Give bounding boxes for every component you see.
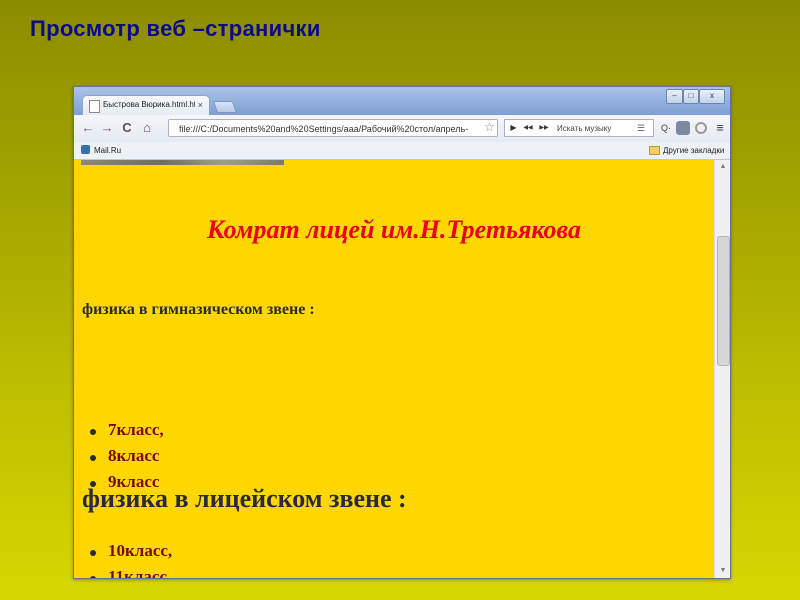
section-gymnasium-title: физика в гимназическом звене : xyxy=(82,301,315,318)
home-icon[interactable]: ⌂ xyxy=(139,120,155,136)
web-page-content: Комрат лицей им.Н.Третьякова физика в ги… xyxy=(74,160,714,578)
reload-icon[interactable]: C xyxy=(119,120,135,136)
minimize-button[interactable]: – xyxy=(666,89,683,104)
search-icon[interactable] xyxy=(695,122,707,134)
rewind-icon[interactable]: ◀◀ xyxy=(521,122,535,134)
list-item: 11класс xyxy=(88,567,172,578)
vertical-scrollbar[interactable]: ▲ ▼ xyxy=(714,160,730,578)
tab-close-icon[interactable]: × xyxy=(198,99,203,111)
list-item: 10класс, xyxy=(88,541,172,567)
tab-title: Быстрова Вюрика.html.htm xyxy=(103,100,195,109)
bookmarks-bar: Mail.Ru Другие закладки xyxy=(74,142,730,160)
new-tab-button[interactable] xyxy=(212,101,238,113)
close-button[interactable]: x xyxy=(699,89,725,104)
list-item: 7класс, xyxy=(88,420,164,446)
browser-tab[interactable]: Быстрова Вюрика.html.htm × xyxy=(82,95,210,116)
scroll-down-icon[interactable]: ▼ xyxy=(715,564,730,578)
scrollbar-thumb[interactable] xyxy=(717,236,730,366)
other-bookmarks[interactable]: Другие закладки xyxy=(663,142,724,159)
music-search-input[interactable]: Искать музыку xyxy=(557,120,611,137)
title-bar: Быстрова Вюрика.html.htm × – □ x xyxy=(74,87,730,116)
mailru-icon xyxy=(81,145,90,154)
header-photo xyxy=(81,160,284,165)
forward-icon[interactable]: → xyxy=(99,120,115,136)
zoom-search-icon[interactable]: Q· xyxy=(658,120,674,136)
browser-window: Быстрова Вюрика.html.htm × – □ x ← → C ⌂… xyxy=(73,86,731,579)
back-icon[interactable]: ← xyxy=(80,120,96,136)
menu-icon[interactable]: ≡ xyxy=(712,120,728,136)
address-bar[interactable]: file:///C:/Documents%20and%20Settings/aa… xyxy=(168,119,498,137)
browser-toolbar: ← → C ⌂ file:///C:/Documents%20and%20Set… xyxy=(74,115,730,143)
fast-forward-icon[interactable]: ▶▶ xyxy=(537,122,551,134)
folder-icon xyxy=(649,146,660,155)
extension-icon[interactable] xyxy=(676,121,690,135)
section-lyceum-title: физика в лицейском звене : xyxy=(82,484,407,513)
page-heading: Комрат лицей им.Н.Третьякова xyxy=(206,215,581,244)
maximize-button[interactable]: □ xyxy=(683,89,699,104)
bookmark-star-icon[interactable]: ☆ xyxy=(484,120,495,134)
scroll-up-icon[interactable]: ▲ xyxy=(715,160,730,174)
lyceum-class-list: 10класс, 11класс xyxy=(88,541,172,578)
media-menu-icon[interactable]: ☰ xyxy=(637,120,645,137)
bookmark-mailru[interactable]: Mail.Ru xyxy=(94,142,121,159)
slide-title: Просмотр веб –странички xyxy=(30,16,321,41)
media-bar: ▶ ◀◀ ▶▶ Искать музыку ☰ xyxy=(504,119,654,137)
page-icon xyxy=(89,100,100,113)
list-item: 8класс xyxy=(88,446,164,472)
play-icon[interactable]: ▶ xyxy=(508,122,519,134)
